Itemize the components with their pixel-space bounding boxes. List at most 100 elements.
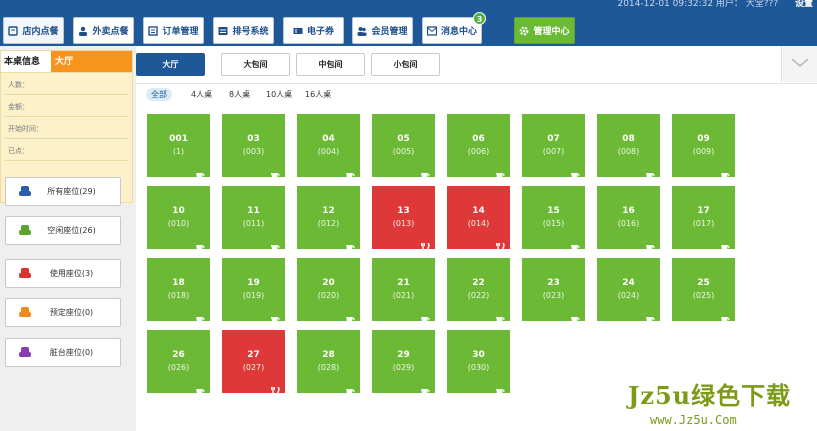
table-code: (011) <box>242 219 265 228</box>
teacup-icon <box>495 165 506 180</box>
table-tile[interactable]: 001 (1) <box>147 114 210 180</box>
fork-knife-icon <box>420 237 431 252</box>
teacup-icon <box>645 309 656 324</box>
table-code: (014) <box>467 219 490 228</box>
filter-reserved-seats[interactable]: 预定座位(0) <box>5 298 121 327</box>
table-tile[interactable]: 30 (030) <box>447 330 510 396</box>
table-tile[interactable]: 04 (004) <box>297 114 360 180</box>
member-management-button[interactable]: 会员管理 <box>352 17 413 44</box>
table-code: (016) <box>617 219 640 228</box>
table-number: 08 <box>622 134 635 144</box>
table-tile[interactable]: 12 (012) <box>297 186 360 252</box>
table-tile[interactable]: 28 (028) <box>297 330 360 396</box>
table-tile[interactable]: 03 (003) <box>222 114 285 180</box>
teacup-icon <box>345 381 356 396</box>
table-tile[interactable]: 11 (011) <box>222 186 285 252</box>
table-code: (026) <box>167 363 190 372</box>
table-number: 14 <box>472 206 485 216</box>
teacup-icon <box>645 237 656 252</box>
tab-medium-room[interactable]: 中包间 <box>296 53 365 76</box>
table-tile[interactable]: 18 (018) <box>147 258 210 324</box>
tab-small-room[interactable]: 小包间 <box>371 53 440 76</box>
management-center-label: 管理中心 <box>533 27 570 37</box>
teacup-icon <box>270 237 281 252</box>
table-tile[interactable]: 15 (015) <box>522 186 585 252</box>
filter-free-seats[interactable]: 空闲座位(26) <box>5 216 121 245</box>
tab-hall[interactable]: 大厅 <box>136 53 205 76</box>
table-code: (015) <box>542 219 565 228</box>
table-number: 05 <box>397 134 410 144</box>
table-tile[interactable]: 13 (013) <box>372 186 435 252</box>
collapse-button[interactable] <box>781 46 817 82</box>
order-management-button[interactable]: 订单管理 <box>143 17 204 44</box>
table-tile[interactable]: 26 (026) <box>147 330 210 396</box>
message-center-label: 消息中心 <box>440 27 477 37</box>
table-tile[interactable]: 05 (005) <box>372 114 435 180</box>
capacity-filter-bar: 全部 4人桌 8人桌 10人桌 16人桌 <box>136 85 817 103</box>
table-tile[interactable]: 07 (007) <box>522 114 585 180</box>
capacity-16[interactable]: 16人桌 <box>300 88 336 101</box>
queue-icon <box>218 26 228 36</box>
settings-link[interactable]: 设置 <box>795 0 813 9</box>
chevron-down-icon <box>791 58 809 67</box>
table-code: (003) <box>242 147 265 156</box>
teacup-icon <box>195 309 206 324</box>
table-code: (029) <box>392 363 415 372</box>
fork-knife-icon <box>270 381 281 396</box>
table-tile[interactable]: 20 (020) <box>297 258 360 324</box>
top-status: 2014-12-01 09:32:32 用户： 大堂??? 设置 <box>617 0 817 9</box>
capacity-4[interactable]: 4人桌 <box>186 88 217 101</box>
teacup-icon <box>345 165 356 180</box>
table-number: 28 <box>322 350 335 360</box>
table-number: 20 <box>322 278 335 288</box>
table-number: 04 <box>322 134 335 144</box>
capacity-8[interactable]: 8人桌 <box>224 88 255 101</box>
table-tile[interactable]: 08 (008) <box>597 114 660 180</box>
chair-icon <box>19 307 31 318</box>
capacity-10[interactable]: 10人桌 <box>261 88 297 101</box>
table-tile[interactable]: 10 (010) <box>147 186 210 252</box>
table-tile[interactable]: 17 (017) <box>672 186 735 252</box>
table-number: 23 <box>547 278 560 288</box>
table-tile[interactable]: 23 (023) <box>522 258 585 324</box>
filter-reserved-seats-label: 预定座位(0) <box>49 308 94 317</box>
teacup-icon <box>420 381 431 396</box>
message-center-button[interactable]: 消息中心 3 <box>422 12 486 44</box>
table-number: 18 <box>172 278 185 288</box>
table-tile[interactable]: 24 (024) <box>597 258 660 324</box>
queue-system-button[interactable]: 排号系统 <box>213 17 274 44</box>
dine-in-order-label: 店内点餐 <box>22 27 59 37</box>
e-coupon-button[interactable]: 电子券 <box>283 17 344 44</box>
dine-in-order-button[interactable]: 店内点餐 <box>3 17 64 44</box>
message-count-badge: 3 <box>473 12 486 25</box>
left-panel: 本桌信息 大厅 人数： 金额： 开始时间： 已点： 所有座位(29) 空闲座位(… <box>0 46 136 431</box>
table-tile[interactable]: 14 (014) <box>447 186 510 252</box>
table-tile[interactable]: 19 (019) <box>222 258 285 324</box>
filter-dirty-seats[interactable]: 脏台座位(0) <box>5 338 121 367</box>
capacity-all[interactable]: 全部 <box>146 88 172 101</box>
filter-all-seats[interactable]: 所有座位(29) <box>5 177 121 206</box>
table-tile[interactable]: 21 (021) <box>372 258 435 324</box>
table-number: 06 <box>472 134 485 144</box>
table-tile[interactable]: 22 (022) <box>447 258 510 324</box>
table-code: (024) <box>617 291 640 300</box>
teacup-icon <box>720 165 731 180</box>
table-code: (006) <box>467 147 490 156</box>
table-tile[interactable]: 25 (025) <box>672 258 735 324</box>
watermark-line1: Jz5u绿色下载 <box>628 381 792 410</box>
dine-in-icon <box>8 25 19 36</box>
chair-icon <box>19 225 31 236</box>
takeaway-order-label: 外卖点餐 <box>92 27 129 37</box>
table-number: 12 <box>322 206 335 216</box>
table-tile[interactable]: 09 (009) <box>672 114 735 180</box>
member-icon <box>357 26 367 36</box>
teacup-icon <box>345 237 356 252</box>
management-center-button[interactable]: 管理中心 <box>514 17 575 44</box>
table-tile[interactable]: 29 (029) <box>372 330 435 396</box>
takeaway-order-button[interactable]: 外卖点餐 <box>73 17 134 44</box>
table-tile[interactable]: 27 (027) <box>222 330 285 396</box>
table-tile[interactable]: 06 (006) <box>447 114 510 180</box>
tab-large-room[interactable]: 大包间 <box>221 53 290 76</box>
filter-occupied-seats[interactable]: 使用座位(3) <box>5 259 121 288</box>
table-tile[interactable]: 16 (016) <box>597 186 660 252</box>
